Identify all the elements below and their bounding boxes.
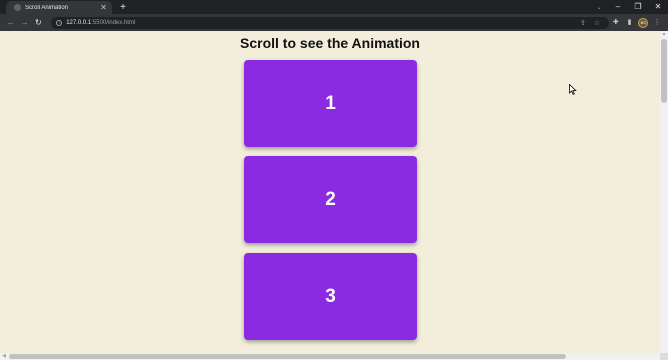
vertical-scroll-thumb[interactable] [661, 39, 667, 103]
mouse-cursor-icon [569, 84, 577, 95]
url-path: :5500/index.html [91, 19, 136, 26]
window-controls: ⌄ – ❐ ✕ [590, 0, 668, 14]
tab-search-icon[interactable]: ⌄ [590, 4, 608, 11]
close-window-button[interactable]: ✕ [648, 0, 668, 14]
tab-strip: Scroll Animation ✕ + ⌄ – ❐ ✕ [0, 0, 668, 14]
animated-box-3: 3 [244, 253, 417, 340]
bookmark-star-icon[interactable]: ☆ [590, 19, 604, 27]
tab-scroll-animation[interactable]: Scroll Animation ✕ [6, 1, 112, 14]
url-host: 127.0.0.1 [66, 19, 92, 26]
horizontal-scroll-thumb[interactable] [9, 354, 566, 359]
side-panel-icon[interactable]: ▮ [623, 14, 637, 31]
new-tab-button[interactable]: + [116, 3, 130, 13]
scrollbar-corner [660, 353, 668, 360]
forward-button[interactable]: → [18, 14, 32, 31]
share-icon[interactable]: ⇪ [576, 19, 590, 27]
favicon-icon [14, 4, 21, 11]
browser-toolbar: ← → ↻ i 127.0.0.1 :5500/index.html ⇪ ☆ ✚… [0, 14, 668, 31]
browser-window: Scroll Animation ✕ + ⌄ – ❐ ✕ ← → ↻ i 127… [0, 0, 668, 360]
scroll-left-arrow-icon[interactable]: ◀ [0, 353, 8, 360]
back-button[interactable]: ← [4, 14, 18, 31]
address-bar[interactable]: i 127.0.0.1 :5500/index.html ⇪ ☆ [51, 16, 609, 29]
restore-button[interactable]: ❐ [628, 0, 648, 14]
horizontal-scrollbar[interactable]: ◀ [0, 353, 660, 360]
reload-button[interactable]: ↻ [31, 14, 45, 31]
site-info-icon[interactable]: i [56, 19, 63, 26]
animated-box-1: 1 [244, 60, 417, 147]
extensions-icon[interactable]: ✚ [609, 14, 623, 31]
page-viewport[interactable]: Scroll to see the Animation 1 2 3 [0, 31, 660, 353]
minimize-button[interactable]: – [608, 0, 628, 14]
close-tab-icon[interactable]: ✕ [99, 3, 108, 12]
menu-icon[interactable]: ⋮ [650, 14, 664, 31]
omnibox-actions: ⇪ ☆ [576, 19, 604, 27]
tab-title: Scroll Animation [25, 4, 69, 11]
scroll-up-arrow-icon[interactable]: ▲ [660, 31, 668, 38]
profile-avatar[interactable]: BS [638, 17, 649, 28]
animated-box-2: 2 [244, 156, 417, 243]
page-title: Scroll to see the Animation [240, 35, 420, 51]
vertical-scrollbar[interactable]: ▲ [660, 31, 668, 353]
